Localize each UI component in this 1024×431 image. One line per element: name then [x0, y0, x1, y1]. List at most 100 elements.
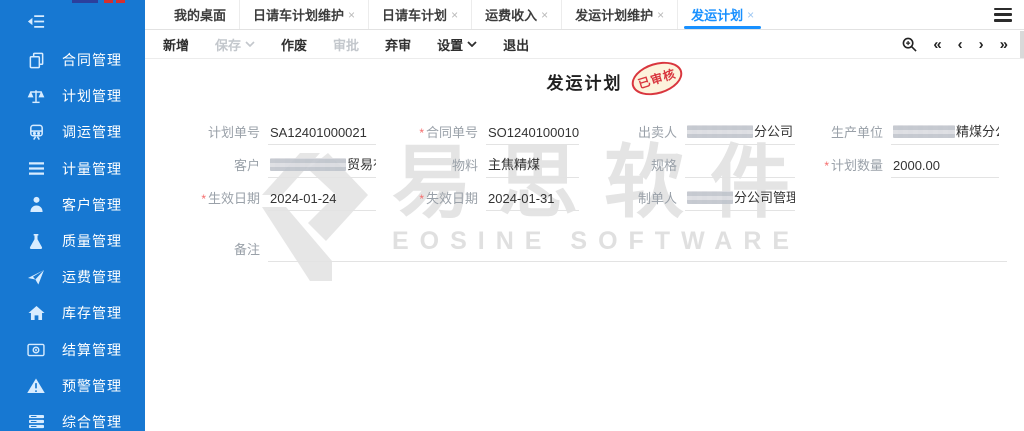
redacted-text [270, 158, 346, 171]
scales-icon [27, 87, 45, 105]
scrollbar[interactable] [1020, 31, 1024, 58]
seller-field[interactable]: 分公司 [685, 121, 795, 145]
field-label: *失效日期 [384, 188, 478, 211]
contract-no-field[interactable]: SO12401000107 [486, 125, 579, 145]
sidebar-item-plan[interactable]: 计划管理 [0, 78, 145, 114]
field-label: 制单人 [587, 188, 677, 211]
tab-daily-car-plan[interactable]: 日请车计划 × [368, 0, 471, 29]
button-label: 弃审 [385, 35, 411, 54]
exit-button[interactable]: 退出 [503, 35, 529, 54]
sidebar-item-label: 计量管理 [62, 159, 122, 179]
train-icon [27, 123, 45, 141]
sidebar-item-label: 结算管理 [62, 340, 122, 360]
warning-icon [27, 377, 45, 395]
settings-button[interactable]: 设置 [437, 35, 477, 54]
tab-label: 日请车计划维护 [253, 5, 344, 24]
required-mark: * [419, 192, 424, 206]
tab-freight-income[interactable]: 运费收入 × [471, 0, 561, 29]
sidebar-item-quality[interactable]: 质量管理 [0, 223, 145, 259]
tab-label: 运费收入 [485, 5, 537, 24]
money-icon [27, 341, 45, 359]
zoom-in-icon[interactable] [902, 37, 917, 52]
next-record-icon[interactable]: › [979, 37, 984, 52]
unapprove-button[interactable]: 弃审 [385, 35, 411, 54]
tab-daily-car-plan-maint[interactable]: 日请车计划维护 × [239, 0, 368, 29]
tab-shipping-plan-maint[interactable]: 发运计划维护 × [561, 0, 677, 29]
first-record-icon[interactable]: « [933, 37, 941, 52]
documents-icon [27, 51, 45, 69]
field-label: *生效日期 [180, 188, 260, 211]
tab-label: 我的桌面 [174, 5, 226, 24]
redacted-text [893, 125, 955, 138]
button-label: 新增 [163, 35, 189, 54]
tab-shipping-plan[interactable]: 发运计划 × [677, 0, 767, 29]
tab-my-desktop[interactable]: 我的桌面 [161, 0, 239, 29]
redacted-text [687, 125, 753, 138]
sidebar-item-contract[interactable]: 合同管理 [0, 42, 145, 78]
close-icon[interactable]: × [747, 8, 754, 22]
required-mark: * [419, 126, 424, 140]
sidebar-item-inventory[interactable]: 库存管理 [0, 295, 145, 331]
logo-remnant [0, 0, 145, 4]
sidebar-item-settlement[interactable]: 结算管理 [0, 332, 145, 368]
field-label: *计划数量 [803, 155, 883, 178]
sidebar-item-dispatch[interactable]: 调运管理 [0, 114, 145, 150]
sidebar-item-customer[interactable]: 客户管理 [0, 187, 145, 223]
close-icon[interactable]: × [541, 8, 548, 22]
plan-no-field[interactable]: SA12401000021 [268, 125, 376, 145]
sidebar-item-label: 调运管理 [62, 122, 122, 142]
new-button[interactable]: 新增 [163, 35, 189, 54]
effective-date-field[interactable]: 2024-01-24 [268, 191, 376, 211]
sidebar-item-label: 质量管理 [62, 231, 122, 251]
planned-qty-field[interactable]: 2000.00 [891, 158, 999, 178]
chevron-down-icon [245, 41, 255, 47]
page-title: 发运计划 [547, 69, 623, 94]
button-label: 设置 [437, 35, 463, 54]
sidebar-item-freight[interactable]: 运费管理 [0, 259, 145, 295]
tab-overflow-menu-icon[interactable] [994, 8, 1012, 22]
production-unit-field[interactable]: 精煤分公司 [891, 121, 999, 145]
void-button[interactable]: 作废 [281, 35, 307, 54]
approve-button[interactable]: 审批 [333, 35, 359, 54]
prev-record-icon[interactable]: ‹ [958, 37, 963, 52]
list-icon [27, 160, 45, 178]
tab-label: 日请车计划 [382, 5, 447, 24]
creator-field[interactable]: 分公司管理员 [685, 187, 795, 211]
close-icon[interactable]: × [657, 8, 664, 22]
sidebar-collapse-button[interactable] [0, 0, 145, 42]
chevron-down-icon [467, 41, 477, 47]
field-label: 出卖人 [587, 122, 677, 145]
close-icon[interactable]: × [451, 8, 458, 22]
home-icon [27, 304, 45, 322]
field-label: 生产单位 [803, 122, 883, 145]
sidebar-item-label: 合同管理 [62, 50, 122, 70]
remarks-row: 备注 [180, 239, 1024, 262]
blank-cell [891, 192, 999, 211]
redacted-text [687, 191, 733, 204]
required-mark: * [824, 159, 829, 173]
spec-field[interactable] [685, 159, 795, 178]
flask-icon [27, 232, 45, 250]
field-label: 客户 [180, 155, 260, 178]
expiry-date-field[interactable]: 2024-01-31 [486, 191, 579, 211]
save-button[interactable]: 保存 [215, 35, 255, 54]
button-label: 保存 [215, 35, 241, 54]
main-area: 我的桌面 日请车计划维护 × 日请车计划 × 运费收入 × 发运计划维护 × 发… [145, 0, 1024, 431]
sidebar-item-measure[interactable]: 计量管理 [0, 151, 145, 187]
sidebar-item-label: 运费管理 [62, 267, 122, 287]
sidebar-item-warning[interactable]: 预警管理 [0, 368, 145, 404]
record-navigation: « ‹ › » [902, 37, 1008, 52]
material-field[interactable]: 主焦精煤 [486, 154, 579, 178]
sidebar-item-label: 库存管理 [62, 303, 122, 323]
last-record-icon[interactable]: » [1000, 37, 1008, 52]
remarks-field[interactable] [268, 243, 1007, 262]
sidebar: 合同管理 计划管理 调运管理 计量管理 客户 [0, 0, 145, 431]
paper-plane-icon [27, 268, 45, 286]
button-label: 作废 [281, 35, 307, 54]
app-window: 合同管理 计划管理 调运管理 计量管理 客户 [0, 0, 1024, 431]
sidebar-item-label: 客户管理 [62, 195, 122, 215]
close-icon[interactable]: × [348, 8, 355, 22]
sidebar-item-general[interactable]: 综合管理 [0, 404, 145, 431]
customer-field[interactable]: 贸易有 [268, 154, 376, 178]
form-grid: 计划单号 SA12401000021 *合同单号 SO12401000107 出… [180, 121, 1024, 211]
